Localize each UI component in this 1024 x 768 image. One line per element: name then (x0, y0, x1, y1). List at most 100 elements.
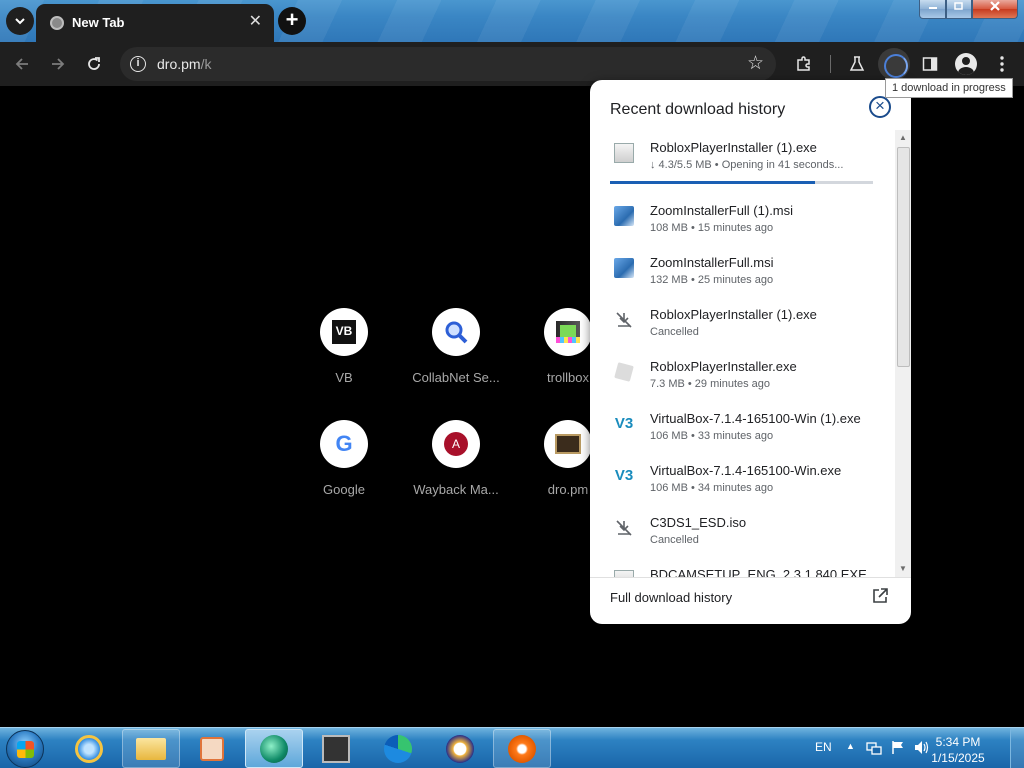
downloads-tooltip: 1 download in progress (885, 78, 1013, 98)
back-arrow-icon (15, 58, 28, 70)
shortcut-tile-google[interactable]: G Google (294, 420, 394, 497)
download-filename: RobloxPlayerInstaller.exe (650, 359, 797, 374)
windows-taskbar: EN ▲ 5:34 PM 1/15/2025 (0, 727, 1024, 768)
download-status: 7.3 MB • 29 minutes ago (650, 378, 771, 390)
url-path: /k (200, 56, 212, 72)
download-status: Cancelled (650, 534, 699, 546)
maximize-button[interactable] (946, 0, 972, 19)
address-bar[interactable]: i dro.pm/k ☆ (120, 47, 776, 81)
forward-arrow-icon (52, 58, 65, 70)
globe-icon (50, 16, 64, 30)
full-download-history-link[interactable]: Full download history (610, 590, 732, 605)
reload-button[interactable] (81, 51, 107, 77)
installer-icon (614, 143, 634, 163)
download-status: 106 MB • 33 minutes ago (650, 430, 774, 442)
start-button[interactable] (6, 730, 44, 768)
close-icon (990, 1, 1000, 11)
site-info-icon[interactable]: i (130, 56, 146, 72)
scroll-up-arrow-icon[interactable]: ▲ (899, 133, 907, 143)
taskbar-vpn[interactable] (431, 729, 489, 768)
scroll-thumb[interactable] (897, 147, 910, 367)
download-filename: VirtualBox-7.1.4-165100-Win.exe (650, 463, 842, 478)
taskbar-browser[interactable] (245, 729, 303, 768)
downloads-progress-button[interactable] (878, 48, 910, 80)
chevron-down-icon (15, 18, 25, 25)
msi-icon (614, 206, 634, 226)
tray-expand-icon[interactable]: ▲ (846, 741, 855, 751)
taskbar-file-explorer[interactable] (122, 729, 180, 768)
virtualbox-icon: V3 (614, 467, 634, 484)
download-item[interactable]: ZoomInstallerFull (1).msi 108 MB • 15 mi… (590, 191, 895, 243)
download-item[interactable]: BDCAMSETUP_ENG_2.3.1.840.EXE (590, 555, 895, 577)
shortcut-tile-wayback[interactable]: A Wayback Ma... (406, 420, 506, 497)
shield-icon (446, 734, 474, 763)
tab-new-tab[interactable]: New Tab ✕ (36, 4, 274, 42)
forward-button[interactable] (45, 51, 71, 77)
avast-icon (508, 734, 536, 763)
close-window-button[interactable] (972, 0, 1018, 19)
tab-close-button[interactable]: ✕ (249, 12, 262, 32)
profile-avatar-icon[interactable] (955, 53, 977, 75)
url-text[interactable]: dro.pm/k (157, 56, 211, 72)
virtualbox-icon: V3 (614, 415, 634, 432)
taskbar-edge[interactable] (369, 729, 427, 768)
download-bubble-close-button[interactable]: × (869, 96, 891, 118)
trollbox-icon (544, 308, 592, 356)
download-filename: RobloxPlayerInstaller (1).exe (650, 307, 817, 322)
shortcut-label: Wayback Ma... (413, 482, 499, 497)
more-vert-icon (1000, 56, 1004, 72)
download-item[interactable]: V3 VirtualBox-7.1.4-165100-Win (1).exe 1… (590, 399, 895, 451)
taskbar-media-player[interactable] (183, 729, 241, 768)
download-list-scrollbar[interactable]: ▲ ▼ (895, 130, 911, 577)
download-item[interactable]: RobloxPlayerInstaller (1).exe Cancelled (590, 295, 895, 347)
back-button[interactable] (9, 51, 35, 77)
scroll-down-arrow-icon[interactable]: ▼ (899, 564, 907, 574)
download-bubble-footer[interactable]: Full download history (590, 577, 911, 624)
download-list: RobloxPlayerInstaller (1).exe ↓ 4.3/5.5 … (590, 128, 895, 577)
bookmark-star-icon[interactable]: ☆ (747, 52, 764, 75)
download-status: 132 MB • 25 minutes ago (650, 274, 774, 286)
download-item[interactable]: ZoomInstallerFull.msi 132 MB • 25 minute… (590, 243, 895, 295)
language-indicator[interactable]: EN (815, 740, 832, 754)
taskbar-internet-explorer[interactable] (60, 729, 118, 768)
action-center-flag-icon[interactable] (891, 740, 905, 760)
download-filename: ZoomInstallerFull (1).msi (650, 203, 794, 218)
download-filename: VirtualBox-7.1.4-165100-Win (1).exe (650, 411, 861, 426)
tab-search-button[interactable] (6, 7, 34, 35)
search-magnifier-icon (432, 308, 480, 356)
shortcut-tile-collabnet[interactable]: CollabNet Se... (406, 308, 506, 385)
network-icon[interactable] (866, 741, 882, 760)
download-status: Cancelled (650, 326, 699, 338)
taskbar-avast[interactable] (493, 729, 551, 768)
minimize-button[interactable] (919, 0, 946, 19)
new-tab-button[interactable]: + (278, 7, 306, 35)
wayback-icon: A (432, 420, 480, 468)
cancelled-download-icon (614, 518, 634, 538)
download-item[interactable]: C3DS1_ESD.iso Cancelled (590, 503, 895, 555)
download-filename: BDCAMSETUP_ENG_2.3.1.840.EXE (650, 567, 867, 577)
labs-flask-icon[interactable] (844, 51, 870, 77)
show-desktop-button[interactable] (1010, 728, 1024, 768)
sidepanel-icon (922, 57, 938, 71)
shortcut-label: Google (323, 482, 365, 497)
media-player-icon (200, 736, 224, 761)
roblox-icon (614, 362, 634, 382)
shortcut-tile-vb[interactable]: VB VB (294, 308, 394, 385)
edge-icon (384, 734, 412, 763)
download-item[interactable]: RobloxPlayerInstaller (1).exe ↓ 4.3/5.5 … (590, 128, 895, 184)
clock-time: 5:34 PM (935, 735, 981, 749)
dro-pm-icon (544, 420, 592, 468)
download-item[interactable]: RobloxPlayerInstaller.exe 7.3 MB • 29 mi… (590, 347, 895, 399)
menu-kebab-icon[interactable] (989, 51, 1015, 77)
extensions-icon[interactable] (791, 51, 817, 77)
download-progress-bar (610, 181, 873, 184)
flask-icon (849, 56, 865, 71)
open-in-new-icon[interactable] (871, 587, 889, 605)
system-clock[interactable]: 5:34 PM 1/15/2025 (928, 734, 988, 766)
download-item[interactable]: V3 VirtualBox-7.1.4-165100-Win.exe 106 M… (590, 451, 895, 503)
tab-title: New Tab (72, 15, 125, 30)
internet-explorer-icon (75, 734, 103, 763)
side-panel-icon[interactable] (917, 51, 943, 77)
window-controls (919, 0, 1018, 19)
taskbar-app-winrar[interactable] (307, 729, 365, 768)
